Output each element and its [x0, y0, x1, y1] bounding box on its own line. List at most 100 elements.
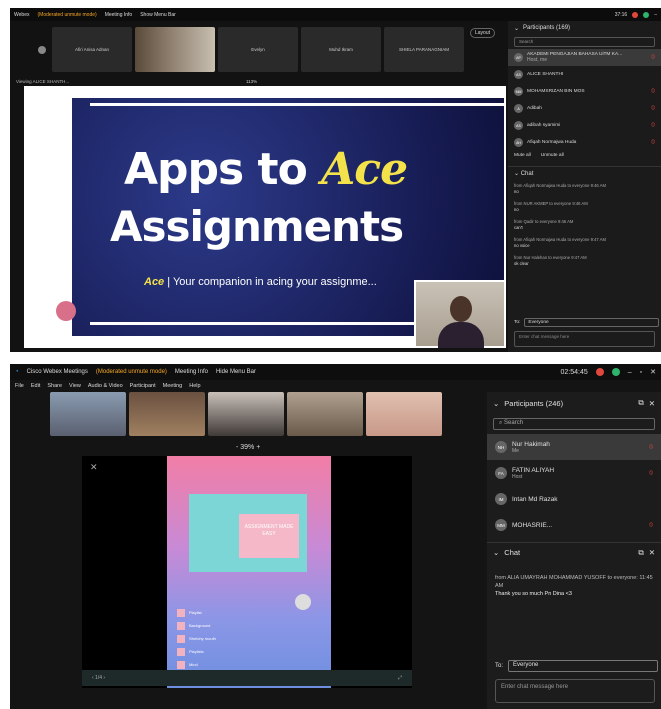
- chat-input[interactable]: Enter chat message here: [514, 331, 655, 347]
- bottom-screenshot: ◔ Cisco Webex Meetings (Moderated unmute…: [10, 364, 661, 709]
- participant-row[interactable]: NH Nur Hakimah Me ⦸: [487, 434, 661, 460]
- webex-logo-icon: ◔: [15, 369, 19, 375]
- video-tile[interactable]: Muhd Ikram: [301, 26, 381, 72]
- avatar: FA: [495, 467, 507, 479]
- mic-muted-icon[interactable]: ⦸: [649, 444, 653, 451]
- message-text: no: [514, 207, 519, 212]
- zoom-control[interactable]: 113%: [246, 79, 257, 84]
- participant-row[interactable]: FA FATIN ALIYAH Host ⦸: [487, 460, 661, 486]
- menu-file[interactable]: File: [15, 383, 24, 389]
- chevron-down-icon[interactable]: ⌄: [493, 399, 499, 408]
- zoom-control[interactable]: - 39% +: [236, 444, 260, 451]
- mic-muted-icon[interactable]: ⦸: [649, 470, 653, 477]
- menu-edit[interactable]: Edit: [31, 383, 40, 389]
- participant-row[interactable]: AP AKADEMI PENGAJIAN BAHASA UiTM KA... Hos…: [508, 49, 661, 66]
- layout-button[interactable]: Layout: [470, 28, 496, 38]
- avatar: NH: [495, 441, 507, 453]
- search-input[interactable]: ⌕ Search: [493, 418, 655, 430]
- meeting-info-button[interactable]: Meeting Info: [105, 12, 133, 18]
- thumb-icon: [177, 634, 185, 643]
- participant-row[interactable]: MM MOHASRIE... ⦸: [487, 512, 661, 538]
- participant-row[interactable]: AH Afiqah Normajwa Huda ⦸: [508, 134, 661, 151]
- menu-audio-video[interactable]: Audio & Video: [88, 383, 123, 389]
- mic-muted-icon[interactable]: ⦸: [651, 139, 655, 146]
- tagline-text: | Your companion in acing your assignme.…: [167, 276, 377, 288]
- hide-menu-bar-button[interactable]: Hide Menu Bar: [216, 369, 256, 375]
- unmute-all-button[interactable]: Unmute all: [541, 153, 564, 158]
- close-icon[interactable]: ✕: [649, 548, 655, 557]
- search-input[interactable]: Search: [514, 37, 655, 47]
- list-item[interactable]: Playlists: [177, 645, 321, 658]
- thumb-icon: [177, 647, 185, 656]
- mic-muted-icon[interactable]: ⦸: [651, 122, 655, 129]
- banner-text: ASSIGNMENT MADE EASY: [239, 514, 299, 558]
- minimize-icon[interactable]: –: [628, 369, 632, 376]
- chat-placeholder: Enter chat message here: [501, 684, 569, 690]
- video-tile[interactable]: [287, 392, 363, 436]
- video-tile[interactable]: [208, 392, 284, 436]
- participant-row[interactable]: AS ALICE SHANTHI: [508, 66, 661, 83]
- participant-name: adibah syamimi: [527, 123, 561, 128]
- video-tile[interactable]: [135, 26, 215, 72]
- chat-message: from Nur Halehan to everyone 9:47 AM ok c…: [508, 252, 661, 270]
- mute-all-button[interactable]: Mute all: [514, 153, 531, 158]
- participant-row[interactable]: IM Intan Md Razak: [487, 486, 661, 512]
- participant-name: Adibah: [527, 106, 542, 111]
- restore-icon[interactable]: ▫: [640, 369, 642, 376]
- video-tile[interactable]: [366, 392, 442, 436]
- video-tile[interactable]: SHIELA PARANAGNIAM: [384, 26, 464, 72]
- minimize-icon[interactable]: –: [654, 12, 657, 18]
- close-icon[interactable]: ✕: [650, 368, 656, 376]
- menu-view[interactable]: View: [69, 383, 81, 389]
- list-item[interactable]: Stretchy mouth: [177, 632, 321, 645]
- close-icon[interactable]: ✕: [649, 399, 655, 408]
- recipient-value: Everyone: [528, 320, 549, 325]
- mic-muted-icon[interactable]: ⦸: [651, 88, 655, 95]
- participant-row[interactable]: MM MOHAMSRIZAN BIN MOS ⦸: [508, 83, 661, 100]
- menu-help[interactable]: Help: [189, 383, 200, 389]
- popout-icon[interactable]: ⧉: [638, 398, 643, 408]
- page-nav[interactable]: ‹ 1/4 ›: [92, 675, 105, 681]
- video-tile[interactable]: [50, 392, 126, 436]
- slide-subtitle: Assignments: [110, 202, 404, 251]
- chat-message: from ALIA UMAYRAH MOHAMMAD YUSOFF to eve…: [495, 574, 655, 598]
- record-icon: [595, 368, 604, 376]
- message-meta: from ALIA UMAYRAH MOHAMMAD YUSOFF to eve…: [495, 575, 653, 589]
- video-tile[interactable]: Evelyn: [218, 26, 298, 72]
- close-share-icon[interactable]: ✕: [90, 462, 98, 473]
- list-item[interactable]: Background: [177, 619, 321, 632]
- list-item[interactable]: Playlist: [177, 606, 321, 619]
- chevron-down-icon[interactable]: ⌄: [514, 25, 519, 32]
- fullscreen-icon[interactable]: ⤢: [398, 675, 402, 681]
- mic-muted-icon[interactable]: ⦸: [649, 522, 653, 529]
- video-tile[interactable]: Afiri Anisa Adnan: [52, 26, 132, 72]
- chat-placeholder: Enter chat message here: [519, 334, 570, 339]
- app-title: Webex: [14, 11, 30, 18]
- menu-meeting[interactable]: Meeting: [163, 383, 183, 389]
- mic-muted-icon[interactable]: ⦸: [651, 105, 655, 112]
- presenter-body: [438, 322, 484, 348]
- participant-row[interactable]: A Adibah ⦸: [508, 100, 661, 117]
- show-menu-bar-button[interactable]: Show Menu Bar: [140, 12, 176, 18]
- slide-divider: [90, 103, 504, 106]
- video-tile[interactable]: [129, 392, 205, 436]
- message-text: Thank you so much Pn Dina <3: [495, 591, 572, 597]
- presenter-video[interactable]: [414, 280, 506, 348]
- popout-icon[interactable]: ⧉: [638, 548, 643, 558]
- connection-icon: [611, 368, 620, 376]
- viewing-label: Viewing ALICE SHANTH...: [16, 79, 70, 84]
- meeting-info-button[interactable]: Meeting Info: [175, 369, 208, 375]
- message-meta: from NUR AKMEP to everyone 9:46 AM: [514, 201, 588, 206]
- participant-name: MOHAMSRIZAN BIN MOS: [527, 89, 585, 94]
- menu-share[interactable]: Share: [47, 383, 62, 389]
- video-strip: Afiri Anisa Adnan Evelyn Muhd Ikram SHIE…: [10, 21, 505, 77]
- slide-tagline: Ace | Your companion in acing your assig…: [144, 276, 377, 288]
- recipient-select[interactable]: Everyone: [508, 660, 659, 672]
- participant-row[interactable]: AS adibah syamimi ⦸: [508, 117, 661, 134]
- chevron-down-icon[interactable]: ⌄: [514, 170, 521, 177]
- chat-input[interactable]: Enter chat message here: [495, 679, 655, 703]
- recipient-select[interactable]: Everyone: [524, 318, 660, 327]
- chevron-down-icon[interactable]: ⌄: [493, 548, 499, 557]
- mic-muted-icon[interactable]: ⦸: [651, 54, 655, 61]
- menu-participant[interactable]: Participant: [130, 383, 156, 389]
